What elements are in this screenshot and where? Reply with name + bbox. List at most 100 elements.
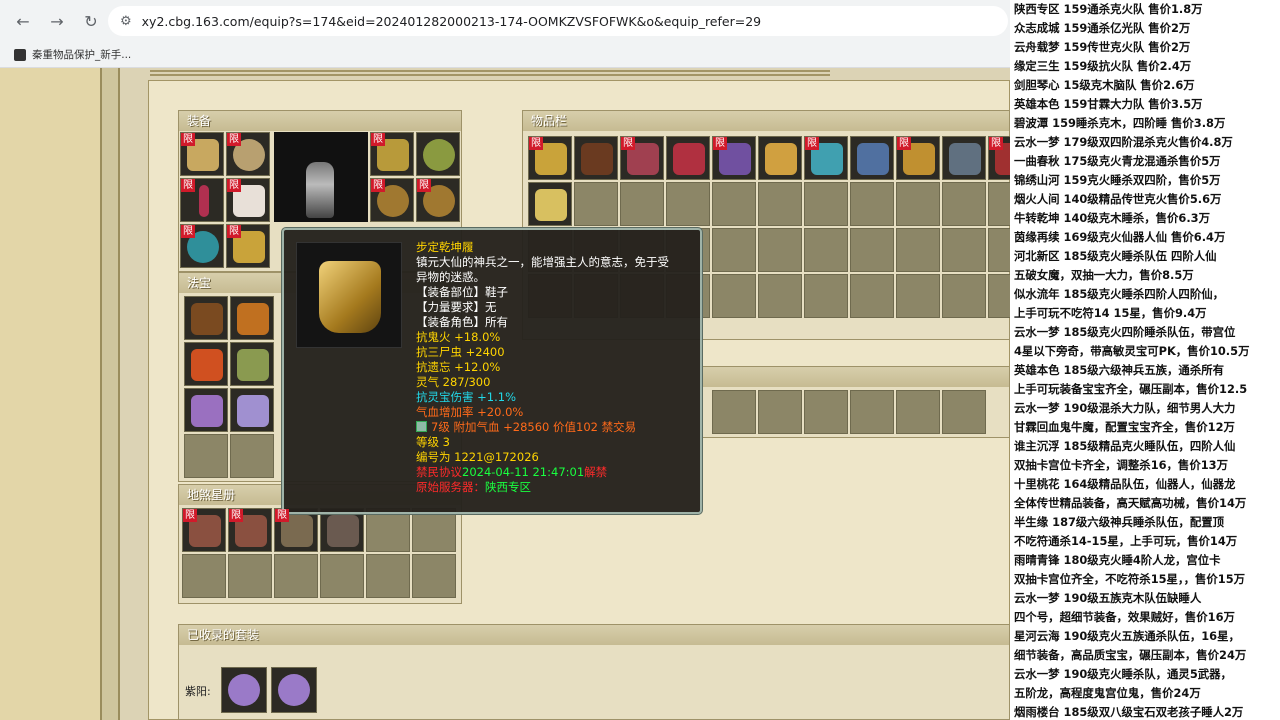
inventory-slot-empty[interactable] <box>620 182 664 226</box>
suit-label: 紫阳: <box>185 685 211 698</box>
disha-slot-empty[interactable] <box>412 508 456 552</box>
limit-badge: 限 <box>227 133 241 146</box>
price-list-line: 众志成城 159通杀亿光队 售价2万 <box>1014 21 1191 35</box>
item-tooltip: 步定乾坤履 镇元大仙的神兵之一，能增强主人的意志，免于受 异物的迷惑。 【装备部… <box>281 227 703 515</box>
disha-slot[interactable] <box>320 508 364 552</box>
disha-slot[interactable]: 限 <box>228 508 272 552</box>
inventory-slot-empty[interactable] <box>804 228 848 272</box>
inventory-slot-empty[interactable] <box>850 182 894 226</box>
disha-slot-empty[interactable] <box>228 554 272 598</box>
price-list-line: 英雄本色 185级六级神兵五族，通杀所有 <box>1014 363 1224 377</box>
fabao-slot[interactable] <box>184 388 228 432</box>
inventory-slot-empty[interactable] <box>712 228 756 272</box>
equip-slot-necklace[interactable]: 限 <box>226 132 270 176</box>
price-list-line: 河北新区 185级克火睡杀队伍 四阶人仙 <box>1014 249 1217 263</box>
fabao-slot[interactable] <box>184 342 228 386</box>
price-list-line: 双抽卡宫位齐全，不吃符杀15星，，售价15万 <box>1014 572 1246 586</box>
inventory-slot-empty[interactable] <box>758 182 802 226</box>
browser-toolbar: ← → ↻ ⚙ xy2.cbg.163.com/equip?s=174&eid=… <box>0 0 1010 42</box>
inventory-slot[interactable] <box>758 136 802 180</box>
inventory-slot-empty[interactable] <box>942 228 986 272</box>
inventory-slot-empty[interactable] <box>758 274 802 318</box>
character-portrait <box>274 132 368 222</box>
item-role: 【装备角色】所有 <box>416 315 508 329</box>
fabao-item-icon <box>237 303 269 335</box>
fabao-slot[interactable] <box>184 296 228 340</box>
item-desc: 镇元大仙的神兵之一，能增强主人的意志，免于受 <box>416 255 669 269</box>
price-list-line: 上手可玩不吃符14 15星，售价9.4万 <box>1014 306 1207 320</box>
fabao-slot[interactable] <box>230 388 274 432</box>
inventory-slot-empty[interactable] <box>896 182 940 226</box>
equip-slot-accessory[interactable]: 限 <box>180 224 224 268</box>
inventory-slot-empty[interactable] <box>942 182 986 226</box>
inventory-slot[interactable] <box>528 182 572 226</box>
disha-slot-empty[interactable] <box>366 508 410 552</box>
inventory-slot-empty[interactable] <box>896 228 940 272</box>
disha-slot-empty[interactable] <box>320 554 364 598</box>
inventory-slot-empty[interactable] <box>804 274 848 318</box>
inventory-slot[interactable]: 限 <box>528 136 572 180</box>
inventory-slot[interactable]: 限 <box>896 136 940 180</box>
item-serial: 编号为 1221@172026 <box>416 450 539 464</box>
equip-slot-hat[interactable]: 限 <box>180 132 224 176</box>
item-name: 步定乾坤履 <box>416 240 474 254</box>
disha-slot-empty[interactable] <box>412 554 456 598</box>
item-desc-cont: 异物的迷惑。 <box>416 270 485 284</box>
item-spirit: 灵气 287/300 <box>416 375 491 389</box>
disha-card-icon <box>327 515 359 547</box>
storage-slot-empty[interactable] <box>758 390 802 434</box>
disha-slot-empty[interactable] <box>366 554 410 598</box>
storage-slot-empty[interactable] <box>942 390 986 434</box>
equip-slot-ring-right[interactable]: 限 <box>416 178 460 222</box>
inventory-slot-empty[interactable] <box>758 228 802 272</box>
inventory-slot[interactable] <box>850 136 894 180</box>
storage-slot-empty[interactable] <box>804 390 848 434</box>
inventory-slot-empty[interactable] <box>850 274 894 318</box>
site-info-icon[interactable]: ⚙ <box>120 14 132 29</box>
disha-slot[interactable]: 限 <box>274 508 318 552</box>
suit-item[interactable] <box>271 667 317 713</box>
inventory-slot[interactable] <box>666 136 710 180</box>
item-strength: 【力量要求】无 <box>416 300 497 314</box>
bookmark-item[interactable]: 秦重物品保护_新手... <box>32 47 131 62</box>
equip-slot-pendant[interactable] <box>416 132 460 176</box>
disha-slot-empty[interactable] <box>274 554 318 598</box>
price-list-line: 全体传世精品装备，高天赋高功械，售价14万 <box>1014 496 1247 510</box>
character-figure <box>306 162 334 218</box>
disha-slot[interactable]: 限 <box>182 508 226 552</box>
inventory-slot-empty[interactable] <box>896 274 940 318</box>
storage-slot-empty[interactable] <box>850 390 894 434</box>
fabao-slot-empty[interactable] <box>230 434 274 478</box>
inventory-slot[interactable]: 限 <box>804 136 848 180</box>
url-text: xy2.cbg.163.com/equip?s=174&eid=20240128… <box>141 13 762 29</box>
fabao-slot-empty[interactable] <box>184 434 228 478</box>
inventory-slot-empty[interactable] <box>666 182 710 226</box>
reload-icon[interactable]: ↻ <box>76 6 106 36</box>
inventory-slot-empty[interactable] <box>712 274 756 318</box>
price-list-line: 陕西专区 159通杀克火队 售价1.8万 <box>1014 2 1203 16</box>
disha-slot-empty[interactable] <box>182 554 226 598</box>
fabao-slot[interactable] <box>230 342 274 386</box>
equip-slot-ring-left[interactable]: 限 <box>370 178 414 222</box>
limit-badge: 限 <box>989 137 1003 150</box>
equip-slot-armor[interactable]: 限 <box>226 178 270 222</box>
equip-slot-boots[interactable]: 限 <box>226 224 270 268</box>
inventory-slot[interactable]: 限 <box>620 136 664 180</box>
fabao-slot[interactable] <box>230 296 274 340</box>
inventory-slot-empty[interactable] <box>942 274 986 318</box>
storage-slot-empty[interactable] <box>896 390 940 434</box>
equip-slot-belt[interactable]: 限 <box>370 132 414 176</box>
back-arrow-icon[interactable]: ← <box>8 6 38 36</box>
forward-arrow-icon[interactable]: → <box>42 6 72 36</box>
storage-slot-empty[interactable] <box>712 390 756 434</box>
inventory-slot[interactable]: 限 <box>712 136 756 180</box>
suit-item[interactable] <box>221 667 267 713</box>
inventory-slot-empty[interactable] <box>574 182 618 226</box>
inventory-slot-empty[interactable] <box>850 228 894 272</box>
inventory-slot[interactable] <box>942 136 986 180</box>
address-bar[interactable]: ⚙ xy2.cbg.163.com/equip?s=174&eid=202401… <box>108 6 1008 36</box>
inventory-slot[interactable] <box>574 136 618 180</box>
inventory-slot-empty[interactable] <box>712 182 756 226</box>
inventory-slot-empty[interactable] <box>804 182 848 226</box>
equip-slot-weapon[interactable]: 限 <box>180 178 224 222</box>
